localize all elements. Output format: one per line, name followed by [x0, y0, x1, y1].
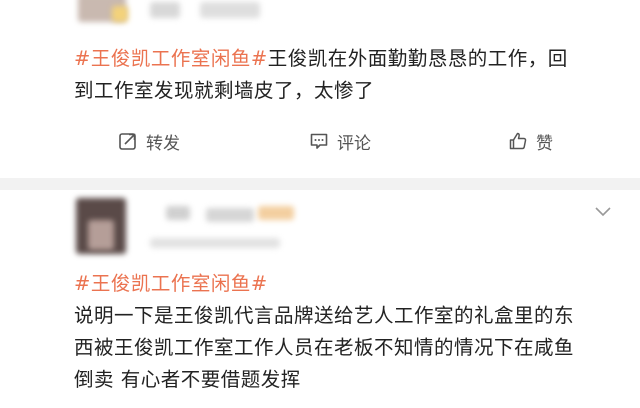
thumbs-up-icon — [509, 132, 527, 150]
repost-button[interactable]: 转发 — [118, 122, 180, 160]
username-blurred-2 — [206, 208, 254, 222]
comment-icon — [310, 133, 328, 149]
hashtag-link[interactable]: #王俊凯工作室闲鱼# — [74, 47, 268, 70]
post-text: #王俊凯工作室闲鱼# 说明一下是王俊凯代言品牌送给艺人工作室的礼盒里的东 西被王… — [74, 272, 575, 391]
avatar-blurred-face — [88, 220, 114, 250]
username-blurred — [166, 206, 190, 220]
hashtag-link[interactable]: #王俊凯工作室闲鱼# — [74, 272, 268, 295]
repost-label: 转发 — [146, 133, 180, 154]
vip-badge-blurred — [112, 6, 128, 22]
like-label: 赞 — [536, 133, 553, 154]
repost-icon — [119, 133, 136, 150]
action-bar: 转发 评论 赞 — [0, 122, 640, 160]
username-blurred-2 — [200, 2, 260, 18]
timestamp-blurred — [150, 238, 280, 248]
level-badge-blurred — [258, 206, 294, 220]
like-button[interactable]: 赞 — [508, 122, 553, 160]
username-blurred — [150, 2, 180, 18]
post-card-1: #王俊凯工作室闲鱼#王俊凯在外面勤勤恳恳的工作，回 到工作室发现就剩墙皮了，太惨… — [0, 0, 640, 178]
chevron-down-icon[interactable] — [594, 206, 612, 218]
comment-button[interactable]: 评论 — [309, 122, 371, 160]
post-card-2: #王俊凯工作室闲鱼# 说明一下是王俊凯代言品牌送给艺人工作室的礼盒里的东 西被王… — [0, 190, 640, 408]
post-text: #王俊凯工作室闲鱼#王俊凯在外面勤勤恳恳的工作，回 到工作室发现就剩墙皮了，太惨… — [74, 47, 568, 102]
comment-label: 评论 — [337, 133, 371, 154]
